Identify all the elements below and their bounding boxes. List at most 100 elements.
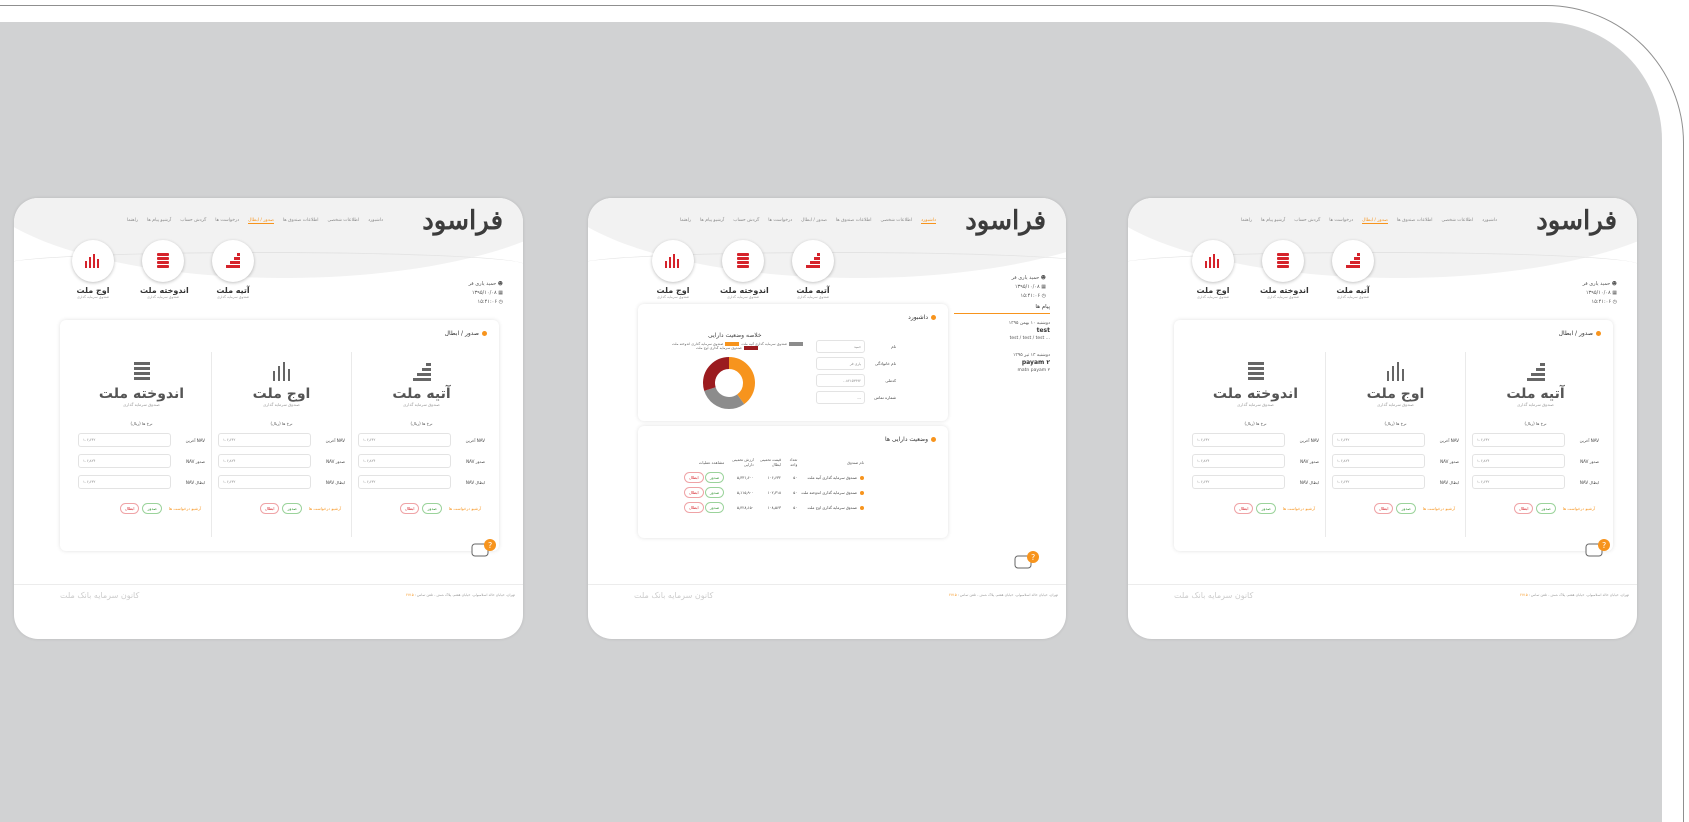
nav-item[interactable]: اطلاعات شخصی xyxy=(328,218,360,224)
user-info: حمید یاری فر ☻ ۱۳۹۵/۱۰/۰۸ ▦ ۱۵:۴۱:۰۶ ◷ xyxy=(469,280,504,307)
archive-link[interactable]: آرشیو درخواست ها xyxy=(305,504,345,513)
support-chat-icon[interactable]: ? xyxy=(1585,538,1611,562)
archive-link[interactable]: آرشیو درخواست ها xyxy=(1279,504,1319,513)
archive-link[interactable]: آرشیو درخواست ها xyxy=(1559,504,1599,513)
nav-item[interactable]: گردش حساب xyxy=(733,218,759,224)
bar-chart-icon xyxy=(665,254,679,268)
support-chat-icon[interactable]: ? xyxy=(1014,550,1040,574)
user-icon: ☻ xyxy=(497,281,503,287)
issue-button[interactable]: صدور xyxy=(1536,503,1556,514)
nav-item[interactable]: درخواست ها xyxy=(1329,218,1353,224)
issue-button[interactable]: صدور xyxy=(704,472,725,483)
user-time: ۱۵:۴۱:۰۶ ◷ xyxy=(477,299,503,305)
cancel-button[interactable]: ابطال xyxy=(1373,503,1394,514)
nav-item[interactable]: داشبورد xyxy=(1482,218,1497,224)
fund-ouj[interactable]: اوج ملت صندوق سرمایه گذاری xyxy=(1190,240,1236,299)
brand-logo: فراسود xyxy=(1536,206,1618,236)
fund-andookhte[interactable]: اندوخته ملت صندوق سرمایه گذاری xyxy=(140,240,189,299)
nav-item[interactable]: اطلاعات صندوق ها xyxy=(836,218,872,224)
archive-link[interactable]: آرشیو درخواست ها xyxy=(445,504,485,513)
footer: کانون سرمایه بانک ملت تهران، خیابان خالد… xyxy=(14,584,523,600)
fund-ouj[interactable]: اوج ملت صندوق سرمایه گذاری xyxy=(70,240,116,299)
screen-issue-cancel-right: فراسود داشبورد اطلاعات شخصی اطلاعات صندو… xyxy=(1128,198,1637,639)
footer: کانون سرمایه بانک ملت تهران، خیابان خالد… xyxy=(1128,584,1637,600)
nav-item[interactable]: اطلاعات شخصی xyxy=(881,218,913,224)
nav-item[interactable]: درخواست ها xyxy=(768,218,792,224)
nav-item[interactable]: اطلاعات صندوق ها xyxy=(283,218,319,224)
calendar-icon: ▦ xyxy=(498,290,503,296)
issue-button[interactable]: صدور xyxy=(1396,503,1416,514)
nav-item[interactable]: راهنما xyxy=(127,218,138,224)
fund-andookhte[interactable]: اندوخته ملت صندوق سرمایه گذاری xyxy=(1260,240,1309,299)
fund-atiye[interactable]: آتیه ملت صندوق سرمایه گذاری xyxy=(790,240,836,299)
bullet-icon xyxy=(860,476,864,480)
archive-link[interactable]: آرشیو درخواست ها xyxy=(165,504,205,513)
nav-value-field: ۱۰۶٫۶۴۲ xyxy=(1192,433,1285,447)
screen-dashboard: فراسود داشبورد اطلاعات شخصی اطلاعات صندو… xyxy=(588,198,1066,639)
profile-field: یاری فر xyxy=(816,357,866,370)
column-ouj: اوج ملت صندوق سرمایه گذاری نرخ ها (ریال) … xyxy=(1325,352,1465,537)
message-item[interactable]: دوشنبه ۱۰ بهمن ۱۳۹۵ test test / test / tes… xyxy=(954,320,1050,342)
nav-item[interactable]: راهنما xyxy=(1241,218,1252,224)
nav-item-active[interactable]: صدور / ابطال xyxy=(248,218,274,224)
issue-button[interactable]: صدور xyxy=(704,502,725,513)
message-item[interactable]: دوشنبه ۱۳ تیر ۱۳۹۵ payam ۲ matn payam ۲ xyxy=(954,352,1050,374)
support-chat-icon[interactable]: ? xyxy=(471,538,497,562)
user-icon: ☻ xyxy=(1611,281,1617,287)
issue-panel: صدور / ابطال آتیه ملت صندوق سرمایه گذاری … xyxy=(60,320,499,551)
chart-legend: صندوق سرمایه گذاری آتیه ملتصندوق سرمایه … xyxy=(672,342,805,350)
issue-button[interactable]: صدور xyxy=(142,503,162,514)
nav-item[interactable]: آرشیو پیام ها xyxy=(1261,218,1285,224)
fund-ouj[interactable]: اوج ملت صندوق سرمایه گذاری xyxy=(650,240,696,299)
cancel-button[interactable]: ابطال xyxy=(119,503,140,514)
nav-item-active[interactable]: صدور / ابطال xyxy=(1362,218,1388,224)
column-atiye: آتیه ملت صندوق سرمایه گذاری نرخ ها (ریال)… xyxy=(1465,352,1605,537)
issue-button[interactable]: صدور xyxy=(282,503,302,514)
cancel-button[interactable]: ابطال xyxy=(684,472,704,483)
footer-brand: کانون سرمایه بانک ملت xyxy=(60,591,140,600)
cancel-button[interactable]: ابطال xyxy=(684,502,704,513)
svg-text:?: ? xyxy=(1602,541,1606,550)
nav-item[interactable]: گردش حساب xyxy=(1294,218,1320,224)
stack-coins-icon xyxy=(1277,253,1289,268)
nav-item[interactable]: درخواست ها xyxy=(215,218,239,224)
nav-item[interactable]: اطلاعات شخصی xyxy=(1442,218,1474,224)
stairs-chart-icon xyxy=(226,253,240,268)
bar-chart-icon xyxy=(272,362,290,381)
stack-coins-icon xyxy=(737,253,749,268)
nav-item[interactable]: راهنما xyxy=(680,218,691,224)
fund-atiye[interactable]: آتیه ملت صندوق سرمایه گذاری xyxy=(210,240,256,299)
nav-item[interactable]: آرشیو پیام ها xyxy=(147,218,171,224)
bullet-icon xyxy=(860,506,864,510)
section-title: وضعیت دارایی ها xyxy=(885,436,936,443)
issue-button[interactable]: صدور xyxy=(1256,503,1276,514)
nav-value-field: ۱۰۶٫۸۲۴ xyxy=(78,454,171,468)
brand-logo: فراسود xyxy=(422,206,504,236)
nav-value-field: ۱۰۶٫۸۲۴ xyxy=(1332,454,1425,468)
cancel-button[interactable]: ابطال xyxy=(684,487,704,498)
nav-value-field: ۱۰۶٫۸۲۴ xyxy=(1472,454,1565,468)
fund-andookhte[interactable]: اندوخته ملت صندوق سرمایه گذاری xyxy=(720,240,769,299)
nav-item[interactable]: گردش حساب xyxy=(180,218,206,224)
cancel-button[interactable]: ابطال xyxy=(1233,503,1254,514)
nav-value-field: ۱۰۶٫۶۴۲ xyxy=(1332,433,1425,447)
issue-button[interactable]: صدور xyxy=(422,503,442,514)
column-atiye: آتیه ملت صندوق سرمایه گذاری نرخ ها (ریال)… xyxy=(351,352,491,537)
archive-link[interactable]: آرشیو درخواست ها xyxy=(1419,504,1459,513)
cancel-button[interactable]: ابطال xyxy=(399,503,420,514)
user-name: حمید یاری فر ☻ xyxy=(1582,281,1618,287)
fund-atiye[interactable]: آتیه ملت صندوق سرمایه گذاری xyxy=(1330,240,1376,299)
user-date: ۱۳۹۵/۱۰/۰۸ ▦ xyxy=(471,290,503,296)
nav-item-active[interactable]: داشبورد xyxy=(921,218,936,224)
nav-item[interactable]: صدور / ابطال xyxy=(801,218,827,224)
stack-coins-icon xyxy=(157,253,169,268)
cancel-button[interactable]: ابطال xyxy=(259,503,280,514)
nav-item[interactable]: اطلاعات صندوق ها xyxy=(1397,218,1433,224)
cancel-button[interactable]: ابطال xyxy=(1513,503,1534,514)
issue-button[interactable]: صدور xyxy=(704,487,725,498)
section-title: صدور / ابطال xyxy=(445,330,487,337)
nav-item[interactable]: آرشیو پیام ها xyxy=(700,218,724,224)
stairs-chart-icon xyxy=(1526,363,1545,381)
nav-item[interactable]: داشبورد xyxy=(368,218,383,224)
nav-value-field: ۱۰۶٫۸۲۴ xyxy=(358,454,451,468)
